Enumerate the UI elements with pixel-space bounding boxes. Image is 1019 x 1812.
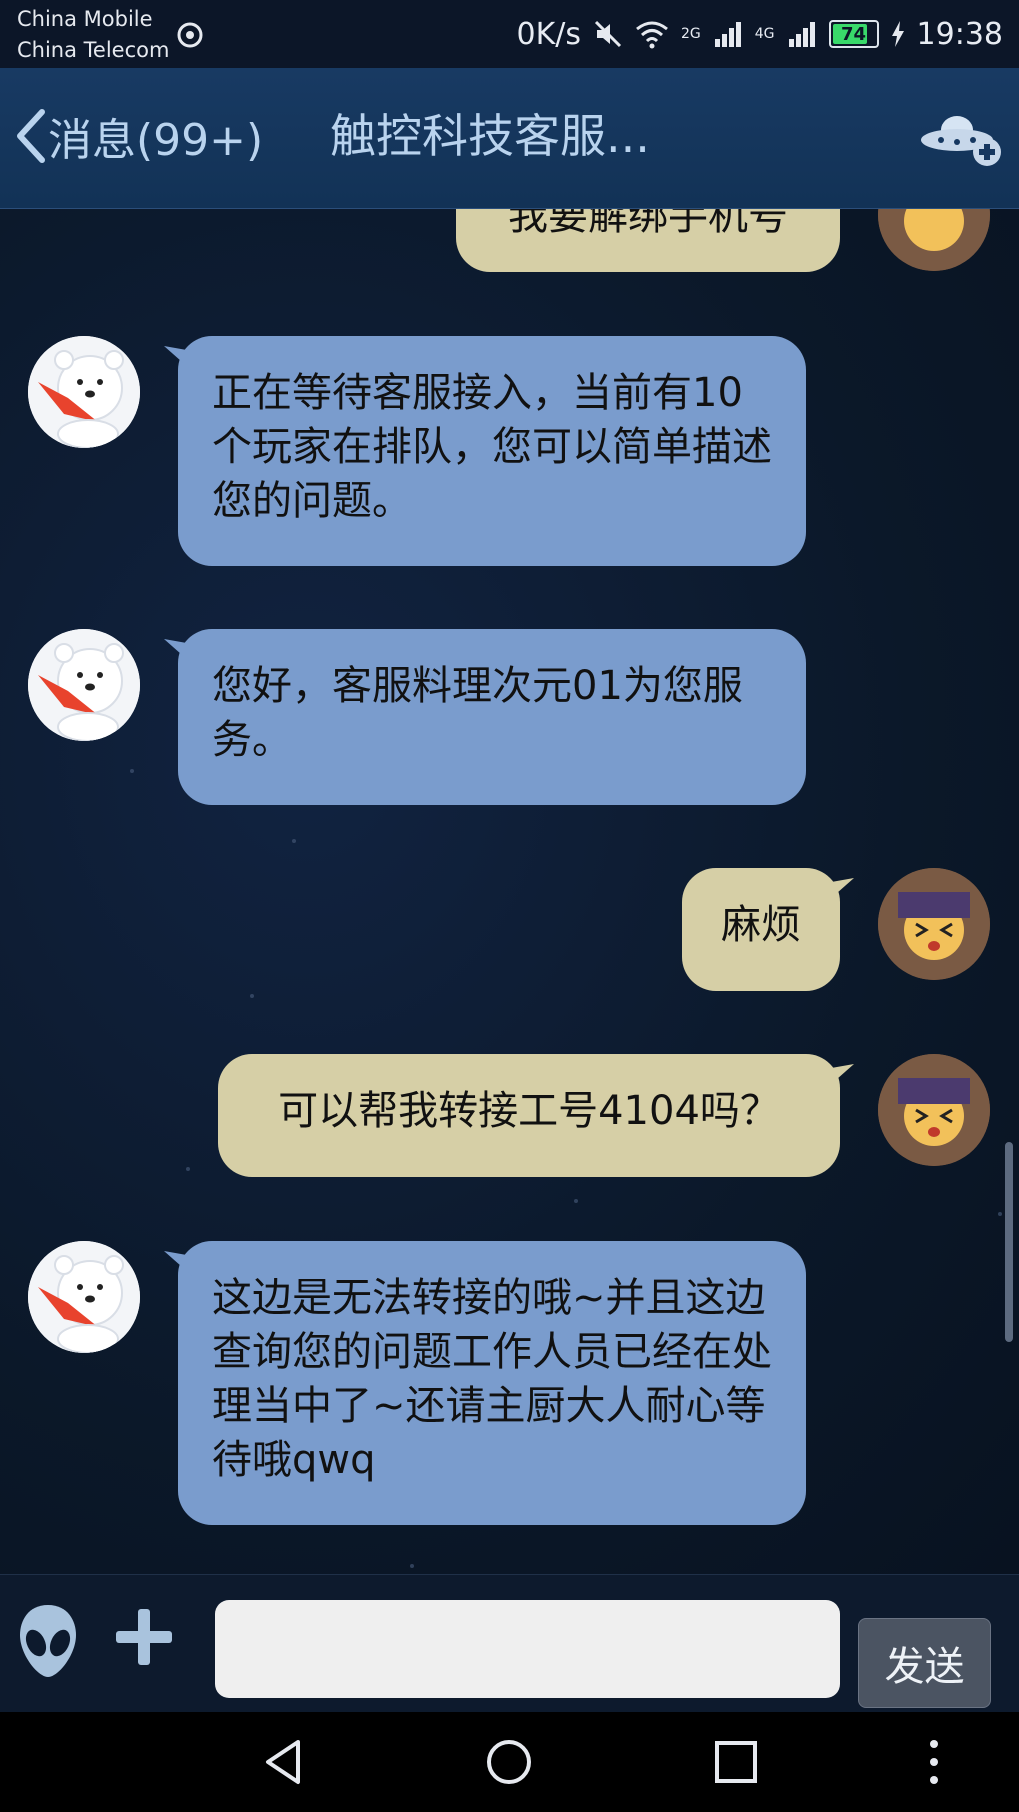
cs-bot-avatar[interactable] [28, 629, 140, 741]
status-indicators: 0K/s 2G 4G 74 19:38 [517, 14, 1004, 54]
message-text: 我要解绑手机号 [508, 209, 788, 239]
polar-bear-icon [28, 1241, 140, 1353]
message-bubble-in[interactable]: 您好，客服料理次元01为您服务。 [178, 629, 806, 805]
message-bubble-out[interactable]: 麻烦 [682, 868, 840, 991]
user-avatar[interactable] [878, 1054, 990, 1166]
message-text: 正在等待客服接入，当前有10个玩家在排队，您可以简单描述您的问题。 [212, 370, 772, 524]
wifi-icon [636, 21, 668, 49]
message-text: 麻烦 [721, 902, 801, 948]
user-avatar[interactable] [878, 868, 990, 980]
user-avatar[interactable] [878, 209, 990, 271]
system-navigation-bar [0, 1712, 1019, 1812]
hotspot-icon [177, 22, 203, 48]
scrollbar[interactable] [1005, 1142, 1013, 1342]
message-text: 您好，客服料理次元01为您服务。 [212, 663, 743, 763]
ufo-add-icon[interactable] [919, 108, 1005, 170]
polar-bear-icon [28, 629, 140, 741]
network-speed: 0K/s [516, 16, 582, 52]
chat-title: 触控科技客服... [330, 109, 650, 163]
user-avatar-icon [878, 209, 990, 271]
chat-header: 消息(99+) 触控科技客服... [0, 68, 1019, 209]
signal-bars-icon [714, 22, 741, 47]
triangle-back-icon[interactable] [258, 1736, 310, 1788]
back-button[interactable]: 消息(99+) [14, 106, 263, 166]
clock: 19:38 [916, 16, 1003, 52]
signal-4g-label: 4G [754, 26, 775, 42]
message-text: 这边是无法转接的哦~并且这边查询您的问题工作人员已经在处理当中了~还请主厨大人耐… [212, 1275, 772, 1483]
message-bubble-in[interactable]: 正在等待客服接入，当前有10个玩家在排队，您可以简单描述您的问题。 [178, 336, 806, 566]
polar-bear-icon [28, 336, 140, 448]
dots-menu-icon[interactable] [908, 1736, 960, 1788]
mute-icon [594, 20, 622, 48]
message-bubble-out[interactable]: 我要解绑手机号 [456, 209, 840, 272]
message-bubble-in[interactable]: 这边是无法转接的哦~并且这边查询您的问题工作人员已经在处理当中了~还请主厨大人耐… [178, 1241, 806, 1525]
message-text: 可以帮我转接工号4104吗？ [278, 1088, 780, 1134]
user-avatar-icon [878, 1054, 990, 1166]
carrier-2: China Telecom [17, 38, 170, 62]
plus-icon[interactable] [112, 1605, 176, 1669]
signal-2g-label: 2G [681, 26, 701, 42]
send-button[interactable]: 发送 [858, 1618, 991, 1708]
charging-icon [891, 21, 904, 47]
battery-level: 74 [841, 23, 867, 45]
back-label: 消息(99+) [48, 115, 264, 166]
circle-home-icon[interactable] [483, 1736, 535, 1788]
message-bubble-out[interactable]: 可以帮我转接工号4104吗？ [218, 1054, 840, 1177]
cs-bot-avatar[interactable] [28, 1241, 140, 1353]
chat-area[interactable]: 我要解绑手机号 正在等待客服接入，当前有10个玩家在排队，您可以简单描述您的问题… [0, 209, 1019, 1574]
user-avatar-icon [878, 868, 990, 980]
alien-icon[interactable] [16, 1601, 80, 1681]
signal-bars-2-icon [788, 22, 815, 47]
battery-icon: 74 [828, 20, 879, 48]
carrier-1: China Mobile [17, 7, 153, 31]
message-input[interactable] [215, 1600, 840, 1698]
chevron-left-icon [17, 109, 45, 163]
status-bar: China Mobile China Telecom 0K/s 2G 4G 74… [0, 0, 1019, 68]
message-input-bar: 发送 [0, 1574, 1019, 1713]
cs-bot-avatar[interactable] [28, 336, 140, 448]
square-recent-icon[interactable] [710, 1736, 762, 1788]
